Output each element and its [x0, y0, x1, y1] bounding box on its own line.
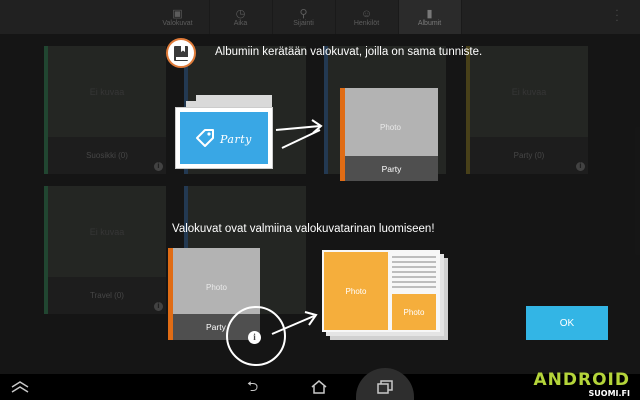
party-photo-card: Party — [176, 108, 272, 168]
recent-apps-icon[interactable] — [377, 380, 393, 394]
album-name-band: Party — [345, 156, 438, 181]
album-book-icon — [166, 38, 196, 68]
back-icon[interactable]: ⮌ — [247, 379, 258, 395]
story-text-line — [392, 256, 436, 258]
story-text-line — [392, 281, 436, 283]
watermark-logo: ANDROID SUOMI.FI — [533, 370, 630, 399]
photo-story-preview: Photo Photo — [322, 250, 440, 332]
tutorial-text-story: Valokuvat ovat valmiina valokuvatarinan … — [172, 223, 435, 235]
watermark-line1: ANDROID — [533, 370, 630, 390]
ok-button[interactable]: OK — [526, 306, 608, 340]
info-icon[interactable]: i — [248, 331, 261, 344]
story-text-line — [392, 261, 436, 263]
watermark-line2: SUOMI.FI — [588, 389, 630, 398]
photo-placeholder-label: Photo — [380, 123, 401, 132]
story-text-line — [392, 271, 436, 273]
album-card-preview: Photo Party — [340, 88, 438, 181]
expand-up-icon[interactable] — [10, 381, 30, 393]
tutorial-text-tags: Albumiin kerätään valokuvat, joilla on s… — [215, 46, 483, 58]
party-tag-label: Party — [220, 133, 252, 146]
story-text-line — [392, 266, 436, 268]
story-photo-large: Photo — [324, 252, 388, 330]
tutorial-overlay: Albumiin kerätään valokuvat, joilla on s… — [0, 0, 640, 374]
arrow-icon — [271, 311, 318, 335]
party-photo: Party — [180, 112, 268, 164]
story-text-line — [392, 276, 436, 278]
home-icon[interactable] — [311, 380, 327, 394]
story-photo-small: Photo — [392, 294, 436, 330]
photo-placeholder-label: Photo — [206, 283, 227, 292]
arrow-icon — [275, 119, 323, 149]
tag-icon — [196, 129, 214, 147]
story-text-line — [392, 286, 436, 288]
